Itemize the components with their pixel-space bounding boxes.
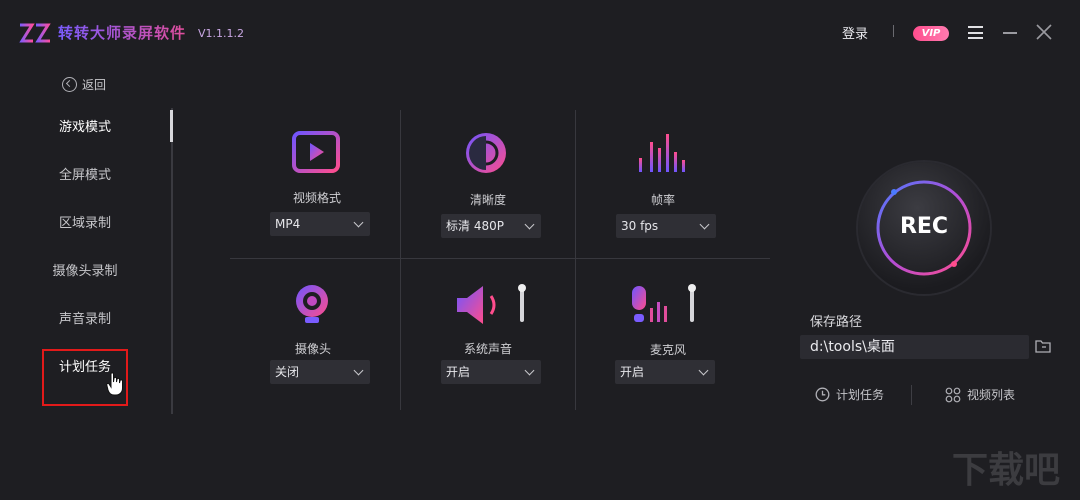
sidebar-divider <box>171 108 173 414</box>
chevron-down-icon <box>699 219 710 230</box>
sidebar-item-audio-record[interactable]: 声音录制 <box>20 308 150 327</box>
frame-rate-icon <box>639 134 685 172</box>
camera-label: 摄像头 <box>294 342 331 356</box>
camera-select[interactable]: 关闭 <box>270 360 370 384</box>
sidebar-item-fullscreen[interactable]: 全屏模式 <box>20 164 150 183</box>
video-format-select[interactable]: MP4 <box>270 212 370 236</box>
scheduled-task-button[interactable]: 计划任务 <box>815 386 884 403</box>
microphone-select[interactable]: 开启 <box>615 360 715 384</box>
microphone-volume-slider[interactable] <box>688 284 696 322</box>
settings-divider-vertical-2 <box>575 110 576 410</box>
video-format-icon <box>292 131 340 173</box>
system-sound-volume-slider[interactable] <box>518 284 526 322</box>
app-version: V1.1.1.2 <box>198 27 245 40</box>
system-sound-select[interactable]: 开启 <box>441 360 541 384</box>
close-icon[interactable] <box>1036 24 1052 40</box>
back-arrow-icon <box>62 76 77 92</box>
watermark-logo: 下载吧 <box>952 450 1060 491</box>
chevron-down-icon <box>698 365 709 376</box>
save-path-label: 保存路径 <box>810 315 863 330</box>
watermark-text: 下载吧 <box>952 450 1060 491</box>
back-label: 返回 <box>82 77 107 92</box>
clarity-icon <box>466 133 506 173</box>
save-path-field[interactable]: d:\tools\桌面 <box>800 335 1029 359</box>
speaker-icon <box>457 286 496 324</box>
clarity-label: 清晰度 <box>469 193 506 207</box>
frame-rate-label: 帧率 <box>650 193 675 207</box>
app-logo-icon <box>19 23 51 43</box>
system-sound-label: 系统声音 <box>463 342 512 356</box>
microphone-label: 麦克风 <box>649 343 686 357</box>
settings-divider-horizontal <box>230 258 770 259</box>
camera-icon <box>296 285 328 323</box>
video-format-label: 视频格式 <box>292 191 341 205</box>
menu-icon[interactable] <box>968 26 983 39</box>
title-bar: 转转大师录屏软件 V1.1.1.2 登录 VIP <box>0 0 1080 62</box>
video-list-label: 视频列表 <box>967 388 1016 402</box>
recorder-divider <box>911 385 912 405</box>
chevron-down-icon <box>353 217 364 228</box>
login-button[interactable]: 登录 <box>842 23 868 42</box>
microphone-value: 开启 <box>620 365 645 379</box>
back-button[interactable]: 返回 <box>62 75 106 93</box>
microphone-icon <box>632 286 667 322</box>
record-label: REC <box>899 214 949 239</box>
titlebar-divider <box>893 25 894 37</box>
record-button[interactable]: REC <box>858 162 990 294</box>
clarity-value: 标清 480P <box>446 219 504 233</box>
scheduled-task-label: 计划任务 <box>836 388 885 402</box>
sidebar-active-indicator <box>170 110 173 142</box>
frame-rate-select[interactable]: 30 fps <box>616 214 716 238</box>
sidebar-item-region[interactable]: 区域录制 <box>20 212 150 231</box>
folder-icon[interactable] <box>1035 339 1051 353</box>
hand-cursor-icon <box>106 372 123 396</box>
system-sound-value: 开启 <box>446 365 471 379</box>
settings-divider-vertical-1 <box>400 110 401 410</box>
chevron-down-icon <box>524 365 535 376</box>
frame-rate-value: 30 fps <box>621 219 659 233</box>
clock-icon <box>815 387 830 402</box>
sidebar-item-game-mode[interactable]: 游戏模式 <box>20 116 150 135</box>
chevron-down-icon <box>353 365 364 376</box>
vip-badge[interactable]: VIP <box>913 26 949 41</box>
video-list-button[interactable]: 视频列表 <box>945 386 1015 403</box>
video-format-value: MP4 <box>275 217 301 231</box>
clarity-select[interactable]: 标清 480P <box>441 214 541 238</box>
sidebar-item-camera-record[interactable]: 摄像头录制 <box>20 260 150 279</box>
app-title: 转转大师录屏软件 <box>58 24 187 42</box>
minimize-icon[interactable] <box>1003 32 1017 34</box>
chevron-down-icon <box>524 219 535 230</box>
camera-value: 关闭 <box>275 365 300 379</box>
grid-icon <box>945 387 961 402</box>
